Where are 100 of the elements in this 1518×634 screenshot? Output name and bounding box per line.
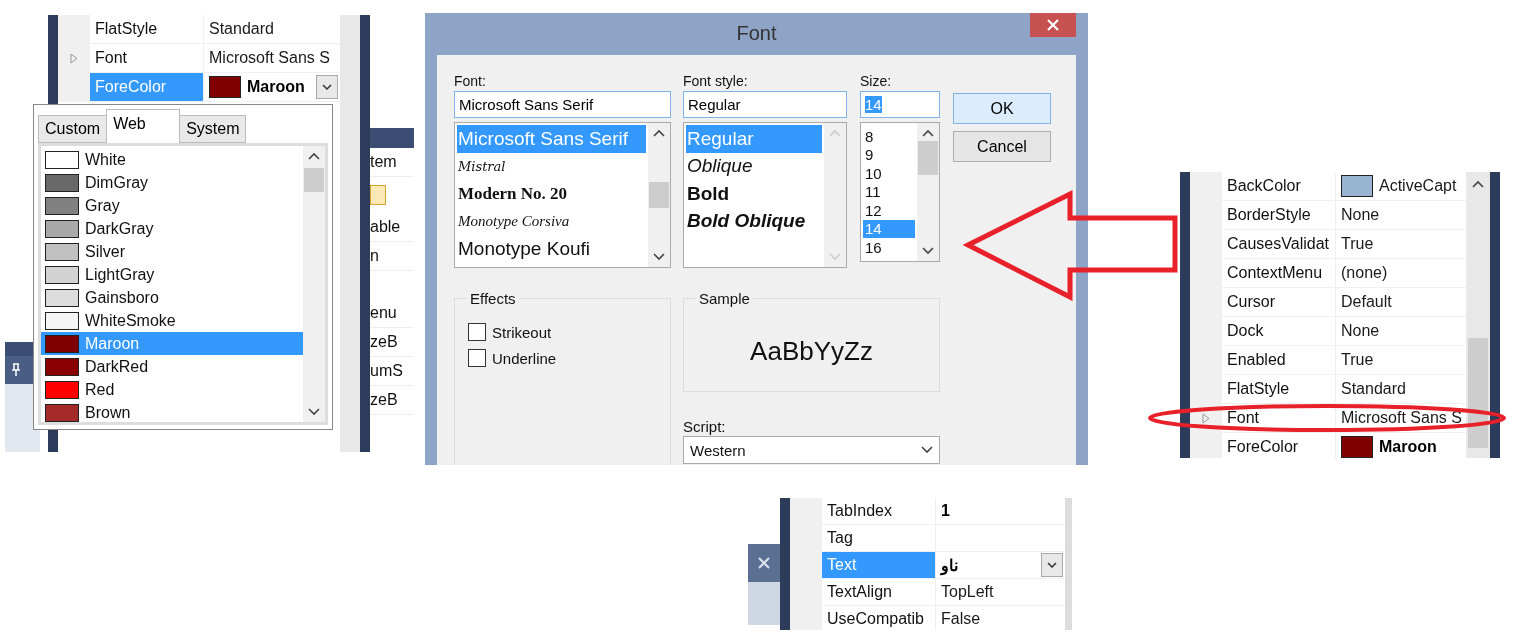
document-icon[interactable] — [370, 185, 386, 205]
property-name[interactable]: Font — [1222, 404, 1336, 432]
checkbox[interactable] — [468, 349, 486, 367]
chevron-down-icon[interactable] — [653, 253, 665, 261]
chevron-up-icon[interactable] — [308, 152, 320, 160]
property-value: (none) — [1341, 264, 1388, 282]
checkbox-label[interactable]: Strikeout — [492, 323, 552, 341]
property-value: Default — [1341, 293, 1392, 311]
chevron-up-icon[interactable] — [653, 129, 665, 137]
color-item[interactable]: White — [41, 148, 303, 171]
property-name[interactable]: Cursor — [1222, 288, 1336, 316]
close-button[interactable] — [1030, 13, 1076, 37]
chevron-down-icon — [921, 446, 933, 454]
property-value: TopLeft — [941, 583, 994, 601]
font-size-item[interactable]: 16 — [863, 238, 915, 257]
dialog-button[interactable]: Cancel — [953, 131, 1051, 162]
property-name[interactable]: FlatStyle — [90, 15, 204, 43]
font-item[interactable]: Monotype Koufi — [457, 235, 646, 263]
scrollbar[interactable] — [303, 146, 325, 422]
title-bar — [370, 128, 414, 148]
property-value: Microsoft Sans S — [1341, 409, 1462, 427]
property-value: True — [1341, 235, 1374, 253]
property-name[interactable]: BorderStyle — [1222, 201, 1336, 229]
font-size-item[interactable]: 11 — [863, 182, 915, 201]
property-name: n — [370, 242, 414, 271]
property-value: False — [941, 610, 981, 628]
close-icon — [1047, 19, 1059, 31]
chevron-up-icon[interactable] — [922, 129, 934, 137]
font-style-item[interactable]: Bold Oblique — [686, 207, 822, 235]
color-item[interactable]: DarkRed — [41, 355, 303, 378]
property-name: tem — [370, 148, 414, 177]
property-name[interactable]: Enabled — [1222, 346, 1336, 374]
color-item[interactable]: Silver — [41, 240, 303, 263]
field-label: Script: — [683, 418, 727, 436]
scrollbar-thumb[interactable] — [649, 182, 669, 208]
scrollbar-thumb[interactable] — [304, 168, 324, 192]
scrollbar[interactable] — [648, 123, 670, 267]
color-item[interactable]: LightGray — [41, 263, 303, 286]
field-label: Font style: — [683, 73, 749, 91]
tab-header[interactable] — [748, 544, 780, 582]
property-name[interactable]: Font — [90, 44, 204, 72]
color-item[interactable]: DimGray — [41, 171, 303, 194]
checkbox-label[interactable]: Underline — [492, 349, 557, 367]
pin-icon[interactable] — [11, 363, 21, 377]
chevron-down-icon[interactable] — [308, 408, 320, 416]
dropdown-button[interactable] — [1041, 553, 1063, 577]
dialog-button[interactable]: OK — [953, 93, 1051, 124]
property-name[interactable]: Dock — [1222, 317, 1336, 345]
scrollbar-thumb[interactable] — [918, 141, 938, 175]
font-item[interactable]: Modern No. 20 — [457, 180, 646, 208]
property-name[interactable]: FlatStyle — [1222, 375, 1336, 403]
scrollbar[interactable] — [340, 15, 360, 452]
scrollbar[interactable] — [1466, 172, 1490, 458]
color-item[interactable]: Red — [41, 378, 303, 401]
close-icon[interactable] — [758, 557, 770, 569]
chevron-down-icon — [322, 84, 332, 90]
font-style-item[interactable]: Bold — [686, 180, 822, 208]
tab[interactable]: System — [179, 115, 247, 143]
property-name[interactable]: UseCompatib — [822, 606, 936, 630]
property-name: zeB — [370, 386, 414, 415]
expand-arrow-icon[interactable] — [1202, 412, 1210, 424]
font-name-field[interactable]: Microsoft Sans Serif — [454, 91, 671, 118]
font-item[interactable]: Mistral — [457, 152, 646, 180]
font-size-item[interactable]: 9 — [863, 145, 915, 164]
color-item[interactable]: DarkGray — [41, 217, 303, 240]
color-item[interactable]: Gray — [41, 194, 303, 217]
dropdown-button[interactable] — [316, 75, 338, 99]
group-title: Effects — [467, 290, 519, 307]
script-dropdown[interactable]: Western — [683, 436, 940, 464]
font-size-item[interactable]: 12 — [863, 201, 915, 220]
checkbox[interactable] — [468, 323, 486, 341]
color-item[interactable]: Gainsboro — [41, 286, 303, 309]
chevron-down-icon[interactable] — [922, 247, 934, 255]
property-name[interactable]: BackColor — [1222, 172, 1336, 200]
property-name: enu — [370, 299, 414, 328]
color-item[interactable]: Brown — [41, 401, 303, 422]
property-name[interactable]: ContextMenu — [1222, 259, 1336, 287]
scrollbar-thumb[interactable] — [1468, 338, 1488, 448]
tab[interactable]: Custom — [38, 115, 108, 143]
property-name[interactable]: ForeColor — [1222, 433, 1336, 458]
chevron-up-icon[interactable] — [1472, 180, 1484, 188]
property-value: Maroon — [1379, 438, 1437, 456]
property-name: umS — [370, 357, 414, 386]
property-value: None — [1341, 206, 1380, 224]
property-name[interactable]: TabIndex — [822, 498, 936, 524]
font-style-field[interactable]: Regular — [683, 91, 847, 118]
group-title: Sample — [696, 290, 753, 307]
font-style-item[interactable]: Oblique — [686, 152, 822, 180]
color-item[interactable]: WhiteSmoke — [41, 309, 303, 332]
property-value: 1 — [941, 502, 950, 520]
font-item[interactable]: Monotype Corsiva — [457, 207, 646, 235]
font-size-item[interactable]: 8 — [863, 127, 915, 146]
property-name[interactable]: CausesValidat — [1222, 230, 1336, 258]
property-name[interactable]: Tag — [822, 525, 936, 551]
expand-arrow-icon[interactable] — [70, 52, 78, 64]
font-size-item[interactable]: 10 — [863, 164, 915, 183]
property-name: able — [370, 213, 414, 242]
scrollbar[interactable] — [1065, 498, 1072, 630]
property-name[interactable]: TextAlign — [822, 579, 936, 605]
scrollbar[interactable] — [917, 123, 939, 261]
